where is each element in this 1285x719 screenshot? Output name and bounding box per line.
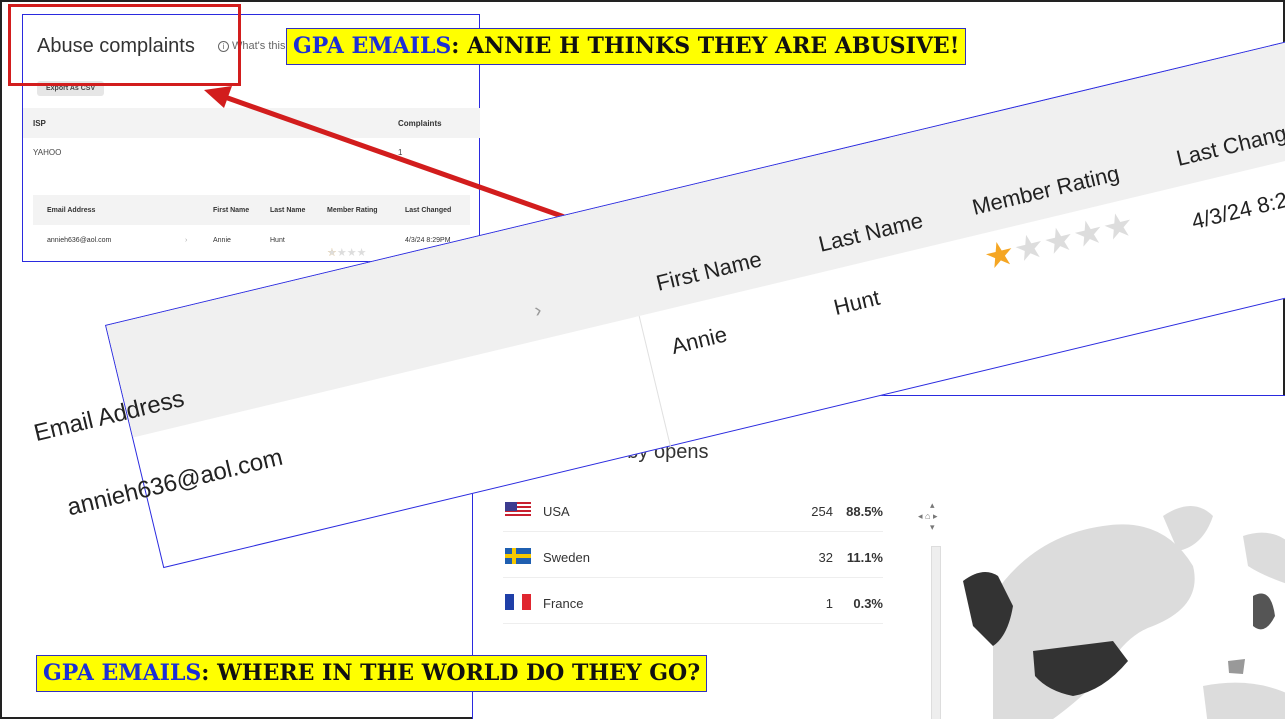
usa-flag-icon [505, 502, 531, 518]
complaints-value: 1 [398, 148, 403, 157]
open-percent: 11.1% [846, 550, 883, 565]
isp-table-header: ISP Complaints [23, 108, 480, 138]
col-last-changed: Last Changed [405, 207, 452, 214]
location-row: USA 254 88.5% [503, 492, 883, 532]
zoom-divider [638, 315, 672, 448]
country-name: France [543, 596, 584, 611]
open-count: 1 [825, 596, 833, 611]
sweden-flag-icon [505, 548, 531, 564]
banner-bottom: GPA EMAILS: WHERE IN THE WORLD DO THEY G… [36, 655, 708, 692]
col-email-address: Email Address [47, 207, 96, 214]
zoom-last: Hunt [831, 284, 883, 320]
member-table-header: Email Address First Name Last Name Membe… [33, 195, 470, 225]
table-row[interactable]: annieh636@aol.com › Annie Hunt ★ ★★★★ 4/3… [33, 225, 470, 259]
pan-left-icon: ◂ [918, 511, 923, 521]
map-zoom-slider[interactable] [931, 546, 941, 719]
world-map[interactable] [953, 476, 1285, 719]
chevron-right-icon[interactable]: › [185, 237, 187, 244]
open-percent: 88.5% [846, 504, 883, 519]
last-name-cell: Hunt [270, 237, 285, 244]
complaints-column-header: Complaints [398, 119, 442, 128]
email-cell[interactable]: annieh636@aol.com [47, 237, 111, 244]
map-pan-control[interactable]: ▴ ◂ ⌂ ▸ ▾ [918, 500, 938, 533]
col-last-name: Last Name [270, 207, 306, 214]
pan-right-icon: ▸ [933, 511, 938, 521]
country-name: USA [543, 504, 570, 519]
zoom-changed: 4/3/24 8:29PM [1189, 176, 1285, 235]
location-row: France 1 0.3% [503, 584, 883, 624]
pan-up-icon: ▴ [930, 500, 935, 510]
banner-top: GPA EMAILS: ANNIE H THINKS THEY ARE ABUS… [286, 28, 967, 65]
star-icon: ★★★★ [327, 247, 367, 259]
isp-value: YAHOO [33, 148, 62, 157]
col-first-name: First Name [213, 207, 250, 214]
col-member-rating: Member Rating [327, 207, 378, 214]
pan-down-icon: ▾ [930, 522, 935, 532]
first-name-cell: Annie [213, 237, 231, 244]
france-flag-icon [505, 594, 531, 610]
open-count: 32 [818, 550, 833, 565]
callout-box [8, 4, 241, 86]
location-row: Sweden 32 11.1% [503, 538, 883, 578]
zoom-first: Annie [668, 321, 730, 359]
open-count: 254 [811, 504, 833, 519]
country-name: Sweden [543, 550, 590, 565]
home-icon: ⌂ [925, 511, 931, 521]
open-percent: 0.3% [853, 596, 883, 611]
isp-column-header: ISP [33, 119, 46, 128]
